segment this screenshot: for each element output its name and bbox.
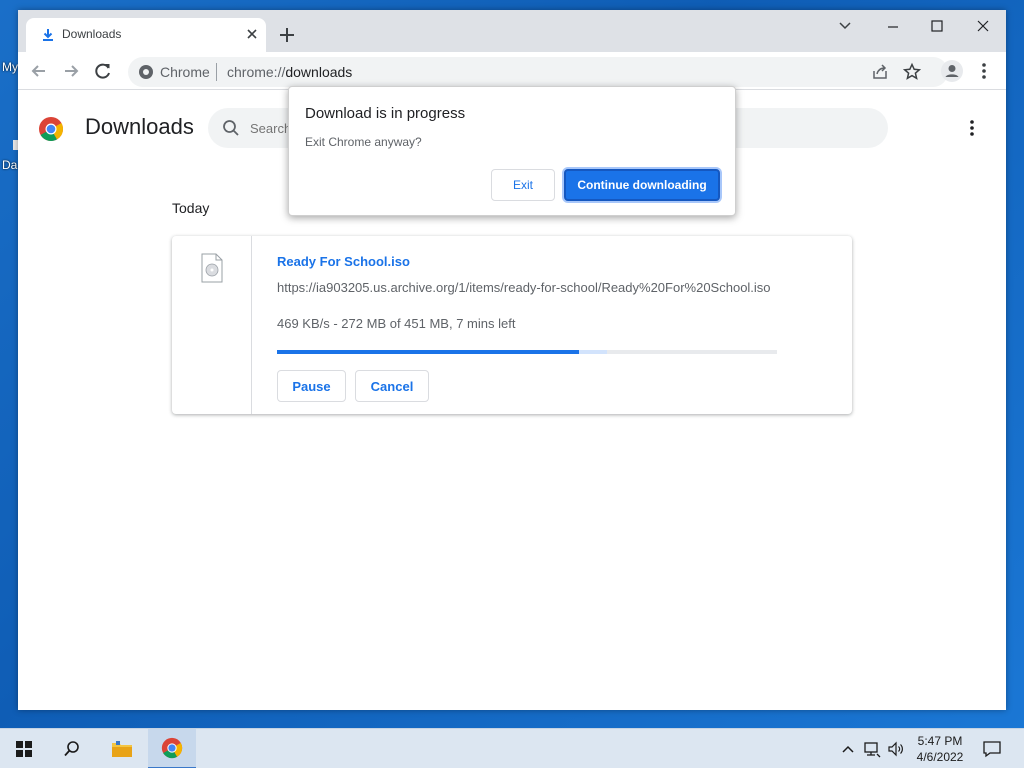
file-icon-column: [172, 236, 252, 414]
system-clock[interactable]: 5:47 PM 4/6/2022: [905, 733, 975, 765]
windows-start-icon: [16, 741, 32, 757]
maximize-icon[interactable]: [922, 14, 952, 38]
page-menu-icon[interactable]: [962, 116, 982, 140]
pause-button[interactable]: Pause: [277, 370, 346, 402]
start-button[interactable]: [0, 729, 48, 768]
chrome-site-icon: [139, 65, 153, 79]
file-disc-icon: [201, 253, 223, 283]
tab-search-icon[interactable]: [830, 14, 860, 38]
close-tab-icon[interactable]: [244, 26, 260, 42]
tab-title: Downloads: [62, 27, 122, 41]
volume-icon[interactable]: [886, 739, 906, 759]
clock-date: 4/6/2022: [916, 750, 964, 764]
search-icon: [64, 741, 79, 757]
close-icon[interactable]: [968, 14, 998, 38]
taskbar: 5:47 PM 4/6/2022: [0, 728, 1024, 768]
chrome-taskbar-button[interactable]: [148, 729, 196, 768]
address-separator: [216, 63, 217, 81]
page-title: Downloads: [85, 114, 194, 139]
search-icon: [223, 120, 239, 136]
browser-menu-icon[interactable]: [974, 59, 994, 83]
notification-center-icon[interactable]: [982, 739, 1002, 759]
show-hidden-icons-chevron-icon[interactable]: [838, 739, 858, 759]
profile-avatar-icon[interactable]: [940, 59, 964, 83]
minimize-icon[interactable]: [878, 14, 908, 38]
new-tab-icon[interactable]: [276, 24, 298, 46]
desktop-icon-label: Da: [2, 158, 18, 172]
chrome-logo-icon: [39, 117, 64, 142]
browser-toolbar: Chrome chrome://downloads: [18, 52, 1006, 90]
url-host: downloads: [285, 64, 353, 80]
forward-icon[interactable]: [60, 60, 82, 82]
progress-fill: [277, 350, 579, 354]
url-scheme: chrome://: [227, 64, 286, 80]
taskbar-search-button[interactable]: [48, 729, 96, 768]
date-section-label: Today: [172, 200, 210, 216]
download-icon: [43, 29, 53, 41]
reload-icon[interactable]: [92, 60, 114, 82]
address-bar[interactable]: Chrome chrome://downloads: [128, 57, 948, 87]
exit-button[interactable]: Exit: [491, 169, 555, 201]
site-label: Chrome: [160, 64, 210, 80]
chrome-icon: [161, 737, 183, 759]
share-icon[interactable]: [870, 62, 890, 82]
file-explorer-button[interactable]: [98, 729, 146, 768]
downloads-page: Downloads Today Ready For S: [18, 86, 1006, 710]
file-name-link[interactable]: Ready For School.iso: [277, 254, 410, 269]
cancel-button[interactable]: Cancel: [355, 370, 429, 402]
download-progress-bar: [277, 350, 777, 354]
bookmark-star-icon[interactable]: [902, 62, 922, 82]
download-item-card: Ready For School.iso https://ia903205.us…: [172, 236, 852, 414]
exit-confirmation-dialog: Download is in progress Exit Chrome anyw…: [288, 86, 736, 216]
tab-downloads[interactable]: Downloads: [26, 18, 266, 52]
continue-downloading-button[interactable]: Continue downloading: [564, 169, 720, 201]
file-explorer-icon: [112, 741, 132, 757]
dialog-title: Download is in progress: [305, 105, 466, 122]
desktop-icon-label: My: [2, 60, 18, 74]
back-icon[interactable]: [28, 60, 50, 82]
download-status-text: 469 KB/s - 272 MB of 451 MB, 7 mins left: [277, 316, 516, 331]
dialog-message: Exit Chrome anyway?: [305, 135, 422, 149]
browser-window: Downloads Chrome chrome://downloads Down…: [18, 10, 1006, 710]
network-icon[interactable]: [862, 739, 882, 759]
tab-strip: Downloads: [18, 10, 1006, 52]
file-source-url: https://ia903205.us.archive.org/1/items/…: [277, 280, 771, 295]
url-text: chrome://downloads: [227, 64, 352, 80]
clock-time: 5:47 PM: [917, 734, 963, 748]
